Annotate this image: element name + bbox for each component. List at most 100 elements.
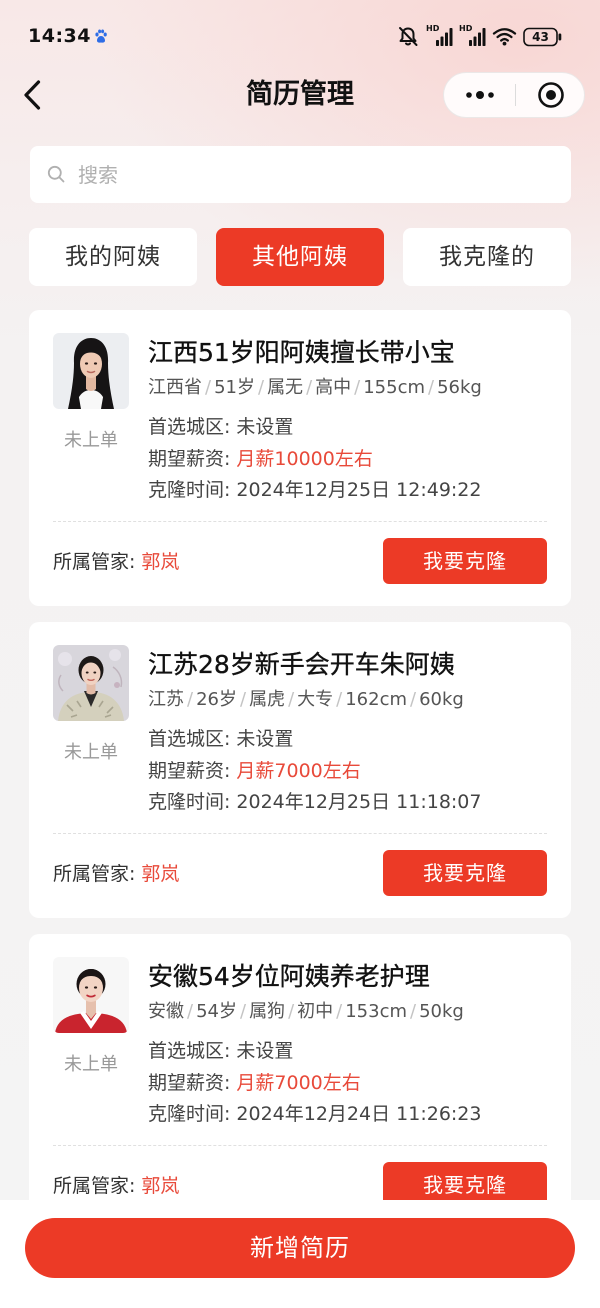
expected-salary-label: 期望薪资: bbox=[148, 1072, 231, 1094]
resume-title: 江苏28岁新手会开车朱阿姨 bbox=[148, 650, 455, 679]
attribute-separator: / bbox=[354, 377, 361, 398]
network-badge: HD bbox=[459, 24, 473, 33]
resume-card[interactable]: 未上单 安徽54岁位阿姨养老护理 安徽/54岁 / 属狗 / 初中/153cm/50kg… bbox=[29, 934, 571, 1200]
attribute-item: 26岁 bbox=[196, 689, 237, 710]
attribute-item: 江苏 bbox=[148, 689, 184, 710]
avatar-photo bbox=[53, 957, 129, 1033]
resume-attributes: 江西省/51岁 / 属无 / 高中/155cm/56kg bbox=[148, 376, 482, 400]
tab-other-aunties[interactable]: 其他阿姨 bbox=[216, 228, 384, 286]
manager-name: 郭岚 bbox=[141, 863, 180, 885]
clone-time-row: 克隆时间: 2024年12月24日 11:26:23 bbox=[148, 1102, 482, 1126]
attribute-item: 高中 bbox=[315, 377, 352, 398]
attribute-separator: / bbox=[336, 689, 343, 710]
manager-name: 郭岚 bbox=[141, 551, 180, 573]
attribute-item: 大专 bbox=[297, 689, 334, 710]
preferred-district-value: 未设置 bbox=[236, 728, 294, 750]
attribute-separator: / bbox=[187, 689, 194, 710]
preferred-district-row: 首选城区: 未设置 bbox=[148, 727, 293, 751]
search-icon bbox=[47, 165, 65, 183]
manager-label: 所属管家: bbox=[53, 1175, 136, 1197]
clone-time-label: 克隆时间: bbox=[148, 479, 231, 501]
clone-time-value: 2024年12月24日 11:26:23 bbox=[236, 1103, 482, 1125]
resume-attributes: 江苏/26岁 / 属虎 / 大专/162cm/60kg bbox=[148, 688, 464, 712]
battery-icon: 43 bbox=[523, 27, 563, 47]
attribute-separator: / bbox=[336, 1001, 343, 1022]
mute-icon bbox=[397, 25, 419, 47]
resume-title: 安徽54岁位阿姨养老护理 bbox=[148, 962, 430, 991]
back-button[interactable] bbox=[14, 74, 50, 116]
attribute-separator: / bbox=[257, 377, 265, 398]
attribute-item: 155cm bbox=[363, 377, 426, 398]
clone-button[interactable]: 我要克隆 bbox=[383, 850, 547, 896]
avatar-photo bbox=[53, 333, 129, 409]
resume-photo bbox=[53, 957, 129, 1033]
bottom-action-bar: 新增简历 bbox=[0, 1200, 600, 1308]
status-time: 14:34 bbox=[28, 25, 91, 47]
page-title: 简历管理 bbox=[246, 79, 354, 110]
paw-icon bbox=[94, 29, 108, 44]
expected-salary-row: 期望薪资: 月薪7000左右 bbox=[148, 759, 361, 783]
expected-salary-row: 期望薪资: 月薪7000左右 bbox=[148, 1071, 361, 1095]
attribute-item: 56kg bbox=[437, 377, 482, 398]
avatar-photo bbox=[53, 645, 129, 721]
expected-salary-value: 月薪7000左右 bbox=[236, 760, 361, 782]
clone-time-value: 2024年12月25日 12:49:22 bbox=[236, 479, 482, 501]
preferred-district-value: 未设置 bbox=[236, 1040, 294, 1062]
tab-my-clones[interactable]: 我克隆的 bbox=[403, 228, 571, 286]
exit-button[interactable] bbox=[516, 73, 585, 117]
listing-status: 未上单 bbox=[64, 742, 118, 763]
card-divider bbox=[53, 833, 547, 834]
attribute-separator: / bbox=[205, 377, 212, 398]
manager-row: 所属管家: 郭岚 bbox=[53, 550, 179, 574]
wifi-icon bbox=[492, 27, 517, 46]
preferred-district-label: 首选城区: bbox=[148, 728, 231, 750]
listing-status: 未上单 bbox=[64, 1054, 118, 1075]
clone-button[interactable]: 我要克隆 bbox=[383, 538, 547, 584]
manager-row: 所属管家: 郭岚 bbox=[53, 1174, 179, 1198]
add-resume-button[interactable]: 新增简历 bbox=[25, 1218, 575, 1278]
preferred-district-row: 首选城区: 未设置 bbox=[148, 415, 293, 439]
resume-card[interactable]: 未上单 江苏28岁新手会开车朱阿姨 江苏/26岁 / 属虎 / 大专/162cm/60k… bbox=[29, 622, 571, 918]
resume-photo bbox=[53, 333, 129, 409]
resume-photo bbox=[53, 645, 129, 721]
manager-label: 所属管家: bbox=[53, 863, 136, 885]
listing-status: 未上单 bbox=[64, 430, 118, 451]
clone-time-label: 克隆时间: bbox=[148, 791, 231, 813]
attribute-item: 属无 bbox=[267, 377, 304, 398]
more-button[interactable] bbox=[444, 73, 515, 117]
expected-salary-value: 月薪7000左右 bbox=[236, 1072, 361, 1094]
network-badge: HD bbox=[426, 24, 440, 33]
attribute-item: 54岁 bbox=[196, 1001, 237, 1022]
attribute-separator: / bbox=[288, 689, 295, 710]
attribute-separator: / bbox=[306, 377, 313, 398]
attribute-item: 属狗 bbox=[249, 1001, 286, 1022]
attribute-item: 属虎 bbox=[249, 689, 286, 710]
more-dots-icon bbox=[465, 91, 494, 99]
preferred-district-label: 首选城区: bbox=[148, 416, 231, 438]
attribute-item: 60kg bbox=[419, 689, 464, 710]
search-input[interactable] bbox=[78, 146, 558, 203]
expected-salary-value: 月薪10000左右 bbox=[236, 448, 373, 470]
attribute-item: 安徽 bbox=[148, 1001, 184, 1022]
attribute-separator: / bbox=[410, 689, 417, 710]
filter-tabs: 我的阿姨 其他阿姨 我克隆的 bbox=[29, 228, 571, 286]
attribute-separator: / bbox=[410, 1001, 417, 1022]
attribute-item: 153cm bbox=[345, 1001, 408, 1022]
attribute-separator: / bbox=[187, 1001, 194, 1022]
tab-my-aunties[interactable]: 我的阿姨 bbox=[29, 228, 197, 286]
attribute-item: 51岁 bbox=[214, 377, 255, 398]
signal-icon: HD bbox=[426, 24, 453, 47]
preferred-district-value: 未设置 bbox=[236, 416, 294, 438]
clone-button[interactable]: 我要克隆 bbox=[383, 1162, 547, 1200]
battery-level: 43 bbox=[532, 30, 549, 44]
manager-row: 所属管家: 郭岚 bbox=[53, 862, 179, 886]
search-bar[interactable] bbox=[30, 146, 571, 203]
clone-time-row: 克隆时间: 2024年12月25日 11:18:07 bbox=[148, 790, 482, 814]
resume-list[interactable]: 未上单 江西51岁阳阿姨擅长带小宝 江西省/51岁 / 属无 / 高中/155cm/56… bbox=[29, 310, 571, 1200]
attribute-item: 初中 bbox=[297, 1001, 334, 1022]
manager-name: 郭岚 bbox=[141, 1175, 180, 1197]
target-circle-icon bbox=[537, 82, 564, 108]
resume-card[interactable]: 未上单 江西51岁阳阿姨擅长带小宝 江西省/51岁 / 属无 / 高中/155cm/56… bbox=[29, 310, 571, 606]
attribute-separator: / bbox=[239, 1001, 247, 1022]
attribute-separator: / bbox=[288, 1001, 295, 1022]
